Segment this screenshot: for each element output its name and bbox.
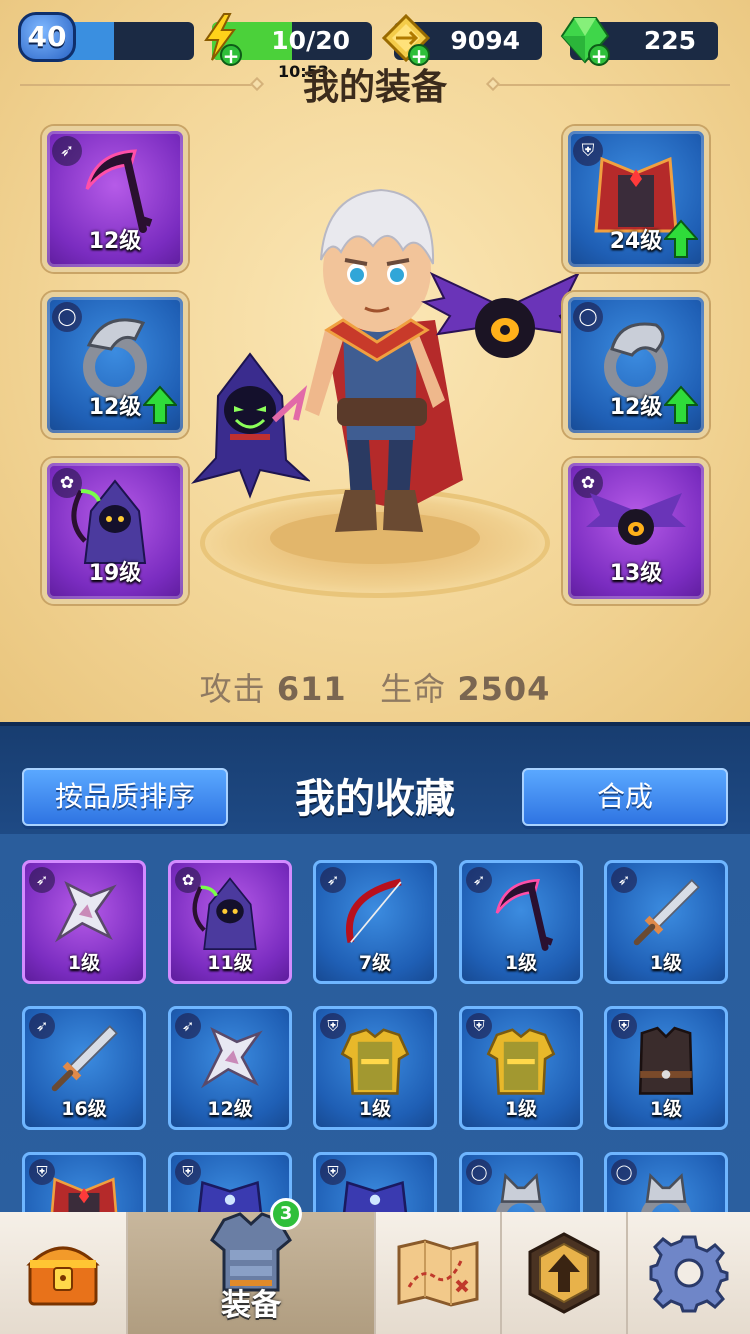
scythe-item-art xyxy=(478,870,564,960)
item-level: 1级 xyxy=(649,1098,683,1120)
blue-robe-item-art xyxy=(187,1162,273,1214)
equipment-badge: 3 xyxy=(270,1198,302,1230)
hp-value: 2504 xyxy=(457,670,551,708)
slot-ring-left[interactable]: ◯ 12级 xyxy=(42,292,188,438)
collection-item[interactable]: ◯ xyxy=(604,1152,728,1214)
item-level: 11级 xyxy=(207,952,253,974)
slot-armor[interactable]: ⛨ 24级 xyxy=(563,126,709,272)
collection-item[interactable]: ➶ 7级 xyxy=(313,860,437,984)
bottom-nav: 3 装备 xyxy=(0,1198,750,1334)
player-level-badge[interactable]: 40 xyxy=(18,12,76,62)
hp-label: 生命 xyxy=(380,670,447,708)
slot-weapon[interactable]: ➶ 12级 xyxy=(42,126,188,272)
tab-shop[interactable] xyxy=(0,1212,126,1334)
equipment-panel: 40 10/20 + 9094 + 225 + 10:53 我的装备 ➶ 12级… xyxy=(0,0,750,722)
bow-item-art xyxy=(332,870,418,960)
item-level: 1级 xyxy=(504,952,538,974)
add-gems-button[interactable]: + xyxy=(588,44,610,67)
item-level: 16级 xyxy=(61,1098,107,1120)
collection-item[interactable]: ⛨ xyxy=(313,1152,437,1214)
gold-value: 9094 xyxy=(450,26,520,55)
slot-ring-right[interactable]: ◯ 12级 xyxy=(563,292,709,438)
red-cape-item-art xyxy=(41,1162,127,1214)
attack-value: 611 xyxy=(276,670,347,708)
tab-equipment[interactable]: 3 装备 xyxy=(126,1198,374,1334)
collection-item[interactable]: ⛨ 1级 xyxy=(459,1006,583,1130)
slot-level: 19级 xyxy=(88,561,142,586)
dark-vest-item-art xyxy=(623,1016,709,1106)
reaper-pet-item-art xyxy=(187,870,273,960)
item-level: 1级 xyxy=(358,1098,392,1120)
collection-item[interactable]: ➶ 1级 xyxy=(459,860,583,984)
collection-grid: ➶ 1级 ✿ 11级 ➶ 7级 ➶ 1级 ➶ 1级 ➶ 16级 ➶ 12级 ⛨ 1级 ⛨ 1级 ⛨ 1级 ⛨ ⛨ ⛨ ◯ ◯ xyxy=(0,834,750,1214)
upgrade-available-icon xyxy=(143,385,177,424)
tab-equipment-label: 装备 xyxy=(221,1288,281,1323)
sword-item-art xyxy=(623,870,709,960)
merge-button[interactable]: 合成 xyxy=(522,768,728,826)
collection-item[interactable]: ⛨ 1级 xyxy=(313,1006,437,1130)
collection-item[interactable]: ✿ 11级 xyxy=(168,860,292,984)
tab-map[interactable] xyxy=(374,1212,500,1334)
collection-item[interactable]: ➶ 1级 xyxy=(604,860,728,984)
collection-item[interactable]: ⛨ xyxy=(22,1152,146,1214)
item-level: 7级 xyxy=(358,952,392,974)
slot-pet-right[interactable]: ✿ 13级 xyxy=(563,458,709,604)
tab-settings[interactable] xyxy=(626,1212,750,1334)
blue-robe-item-art xyxy=(332,1162,418,1214)
collection-item[interactable]: ➶ 1级 xyxy=(22,860,146,984)
hero-stats: 攻击 611 生命 2504 xyxy=(0,664,750,710)
collection-item[interactable]: ➶ 12级 xyxy=(168,1006,292,1130)
item-level: 1级 xyxy=(504,1098,538,1120)
wolf-ring-item-art xyxy=(478,1162,564,1214)
wolf-ring-item-art xyxy=(623,1162,709,1214)
item-level: 1级 xyxy=(67,952,101,974)
shuriken-item-art xyxy=(41,870,127,960)
equipment-title: 我的装备 xyxy=(302,67,447,108)
xp-bar xyxy=(60,22,194,60)
shuriken-item-art xyxy=(187,1016,273,1106)
attack-label: 攻击 xyxy=(199,670,266,708)
tab-upgrade[interactable] xyxy=(500,1212,626,1334)
item-level: 12级 xyxy=(207,1098,253,1120)
slot-level: 13级 xyxy=(609,561,663,586)
energy-value: 10/20 xyxy=(271,26,350,55)
add-gold-button[interactable]: + xyxy=(408,44,430,67)
upgrade-icon xyxy=(528,1232,600,1314)
treasure-chest-icon xyxy=(26,1246,100,1306)
gold-armor-item-art xyxy=(478,1016,564,1106)
slot-level: 12级 xyxy=(88,229,142,254)
collection-item[interactable]: ◯ xyxy=(459,1152,583,1214)
collection-item[interactable]: ➶ 16级 xyxy=(22,1006,146,1130)
upgrade-available-icon xyxy=(664,385,698,424)
sword-item-art xyxy=(41,1016,127,1106)
gear-icon xyxy=(649,1235,729,1313)
collection-item[interactable]: ⛨ 1级 xyxy=(604,1006,728,1130)
upgrade-available-icon xyxy=(664,219,698,258)
item-level: 1级 xyxy=(649,952,683,974)
collection-header: 按品质排序 我的收藏 合成 xyxy=(0,722,750,834)
map-icon xyxy=(397,1239,479,1307)
gem-value: 225 xyxy=(643,26,696,55)
slot-pet-left[interactable]: ✿ 19级 xyxy=(42,458,188,604)
add-energy-button[interactable]: + xyxy=(220,44,242,67)
gold-armor-item-art xyxy=(332,1016,418,1106)
